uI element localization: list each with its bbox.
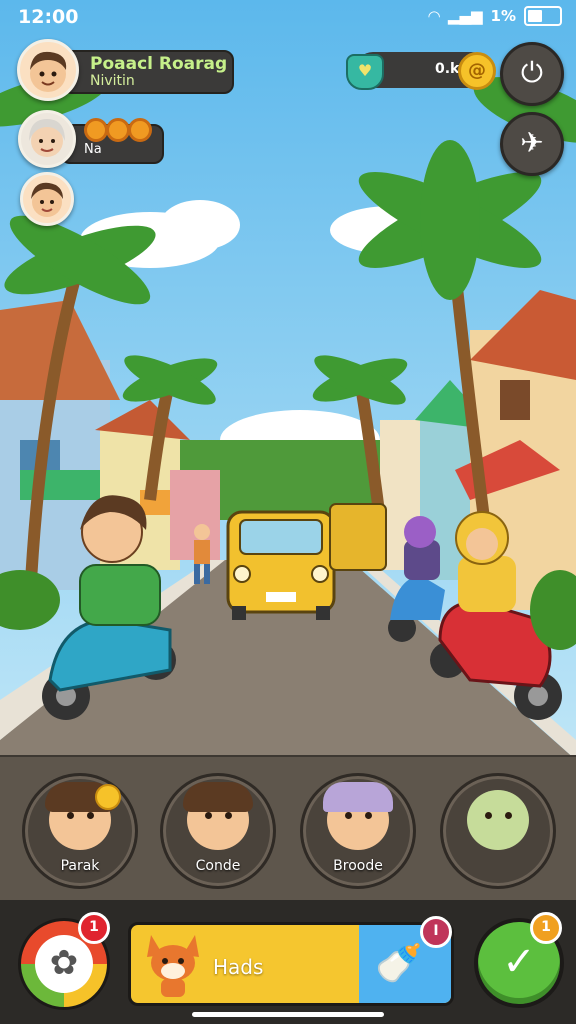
gear-icon: ✿ xyxy=(35,935,93,993)
home-indicator[interactable] xyxy=(192,1012,384,1017)
boy-face-icon xyxy=(31,182,63,217)
character-hair xyxy=(183,782,253,812)
player1-avatar[interactable] xyxy=(17,39,79,101)
bottom-action-bar: ✿ 1 Hads 🍼 I ✓ 1 xyxy=(0,900,576,1024)
flower-icon xyxy=(128,118,152,142)
character-name: Broode xyxy=(333,858,383,874)
flower-icon xyxy=(84,118,108,142)
player2-label: Na xyxy=(84,142,102,157)
character-slot-parak[interactable]: Parak xyxy=(22,773,138,889)
eye xyxy=(505,812,512,819)
eye xyxy=(365,812,372,819)
grandma-face-icon xyxy=(29,119,65,157)
notification-badge: 1 xyxy=(78,912,110,944)
battery-percent: 1% xyxy=(490,7,516,25)
hads-button[interactable]: Hads 🍼 xyxy=(128,922,454,1006)
character-name: Conde xyxy=(195,858,241,874)
notification-badge: I xyxy=(420,916,452,948)
eye xyxy=(67,812,74,819)
player1-card[interactable]: Poaacl Roarag Nivitin xyxy=(62,50,234,94)
player3-avatar[interactable] xyxy=(20,172,74,226)
bird-button[interactable]: ✈ xyxy=(500,112,564,176)
shield-heart-icon: ♥ xyxy=(346,54,384,90)
character-slot-alien[interactable] xyxy=(440,773,556,889)
bottle-icon: 🍼 xyxy=(375,941,423,985)
character-slot-broode[interactable]: Broode xyxy=(300,773,416,889)
character-name: Parak xyxy=(60,858,100,874)
eye xyxy=(345,812,352,819)
fox-icon xyxy=(147,935,199,997)
eye xyxy=(205,812,212,819)
checkmark-icon: ✓ xyxy=(502,939,536,985)
player2-avatar[interactable] xyxy=(18,110,76,168)
player1-name: Poaacl Roarag xyxy=(90,54,228,74)
coin-badge-icon xyxy=(95,784,121,810)
alien-face-icon xyxy=(467,790,529,850)
battery-icon xyxy=(524,6,562,26)
wifi-icon: ◠ xyxy=(428,7,440,25)
system-icons: ◠ ▂▄▆ 1% xyxy=(428,6,562,26)
bird-icon: ✈ xyxy=(520,126,544,159)
signal-icon: ▂▄▆ xyxy=(447,7,483,25)
power-button[interactable]: ⏻ xyxy=(500,42,564,106)
flower-icon xyxy=(106,118,130,142)
hads-label: Hads xyxy=(213,955,264,979)
coin-icon: @ xyxy=(458,52,496,90)
clock: 12:00 xyxy=(18,6,79,28)
notification-badge: 1 xyxy=(530,912,562,944)
character-select-row: Parak Conde Broode xyxy=(0,755,576,902)
eye xyxy=(485,812,492,819)
coin-value: 0.k xyxy=(435,61,460,77)
character-slot-conde[interactable]: Conde xyxy=(160,773,276,889)
character-cap xyxy=(323,782,393,812)
player1-subtitle: Nivitin xyxy=(90,73,135,89)
eye xyxy=(225,812,232,819)
status-bar: 12:00 ◠ ▂▄▆ 1% xyxy=(0,0,576,34)
eye xyxy=(87,812,94,819)
boy-face-icon xyxy=(30,51,67,92)
power-icon: ⏻ xyxy=(520,56,544,89)
